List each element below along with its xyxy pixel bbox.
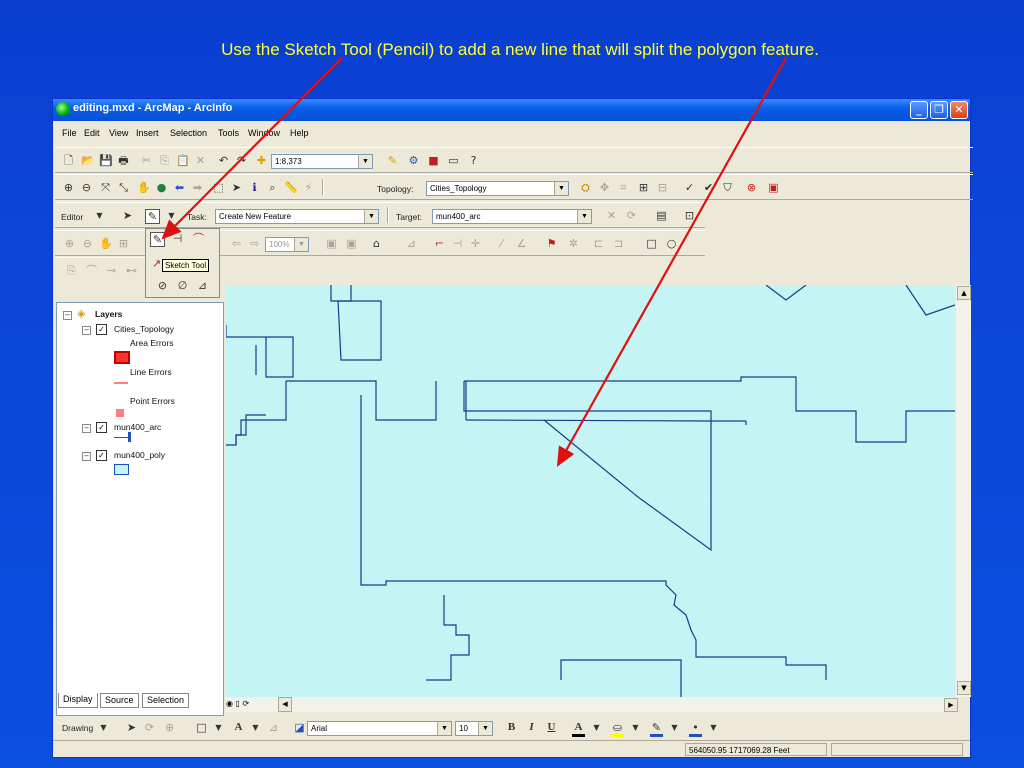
annotation-arrows — [161, 57, 787, 467]
arrow-to-sketch-tool — [161, 57, 343, 240]
arrow-to-polygon — [556, 57, 787, 467]
